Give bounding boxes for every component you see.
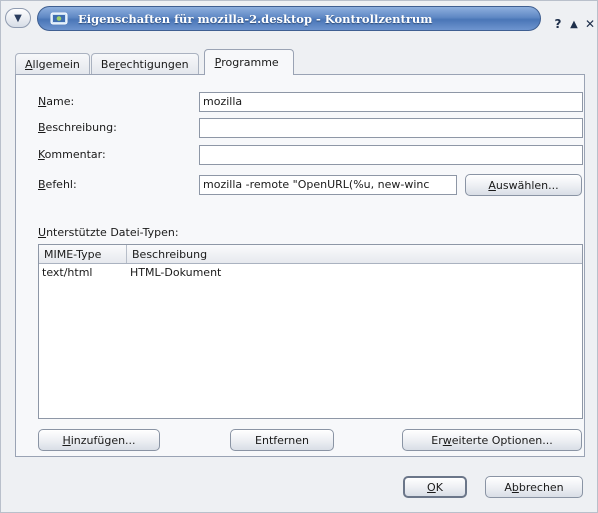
name-label: Name: [38,95,75,108]
remove-button[interactable]: Entfernen [230,429,334,451]
chevron-down-icon: ▼ [14,12,22,24]
cancel-button[interactable]: Ab brechen [485,476,583,498]
help-icon: ? [554,17,562,31]
description-cell: HTML-Dokument [130,266,222,279]
tab-bar: Allgemein Be r echtigungen Programme [15,49,295,75]
comment-field[interactable] [199,145,583,165]
properties-dialog: ▼ Eigenschaften für mozilla-2.desktop - … [0,0,598,513]
maximize-icon: ▲ [570,18,578,30]
tab-allgemein[interactable]: Allgemein [15,53,90,75]
supported-file-types-label: Unterstützte Datei-Typen: [38,226,179,239]
close-button[interactable]: ✕ [581,16,598,32]
add-button[interactable]: Hinzufügen... [38,429,160,451]
file-types-header: MIME-Type Beschreibung [39,245,582,264]
kcontrol-app-icon [50,11,68,27]
title-bar: ▼ Eigenschaften für mozilla-2.desktop - … [1,1,597,35]
advanced-options-button[interactable]: Er w eiterte Optionen... [402,429,582,451]
choose-command-button[interactable]: Auswählen... [465,174,582,196]
description-field[interactable] [199,118,583,138]
close-icon: ✕ [584,17,596,31]
programme-panel: Name: mozilla Beschreibung: Kommentar: B… [15,74,585,457]
ok-button[interactable]: OK [403,476,467,498]
tab-programme[interactable]: Programme [203,49,294,75]
command-label: Befehl: [38,178,77,191]
window-title: Eigenschaften für mozilla-2.desktop - Ko… [78,11,433,26]
column-description[interactable]: Beschreibung [127,245,582,263]
table-row[interactable]: text/html HTML-Dokument [39,264,582,281]
description-label: Beschreibung: [38,121,117,134]
comment-label: Kommentar: [38,148,106,161]
mime-type-cell: text/html [42,266,93,279]
tab-berechtigungen[interactable]: Be r echtigungen [90,53,199,75]
name-field[interactable]: mozilla [199,92,583,112]
command-field[interactable]: mozilla -remote "OpenURL(%u, new-winc [199,175,457,195]
title-bar-pill[interactable]: Eigenschaften für mozilla-2.desktop - Ko… [37,6,541,31]
window-menu-button[interactable]: ▼ [5,8,31,28]
file-types-list[interactable]: MIME-Type Beschreibung text/html HTML-Do… [38,244,583,419]
column-mime-type[interactable]: MIME-Type [39,245,127,263]
